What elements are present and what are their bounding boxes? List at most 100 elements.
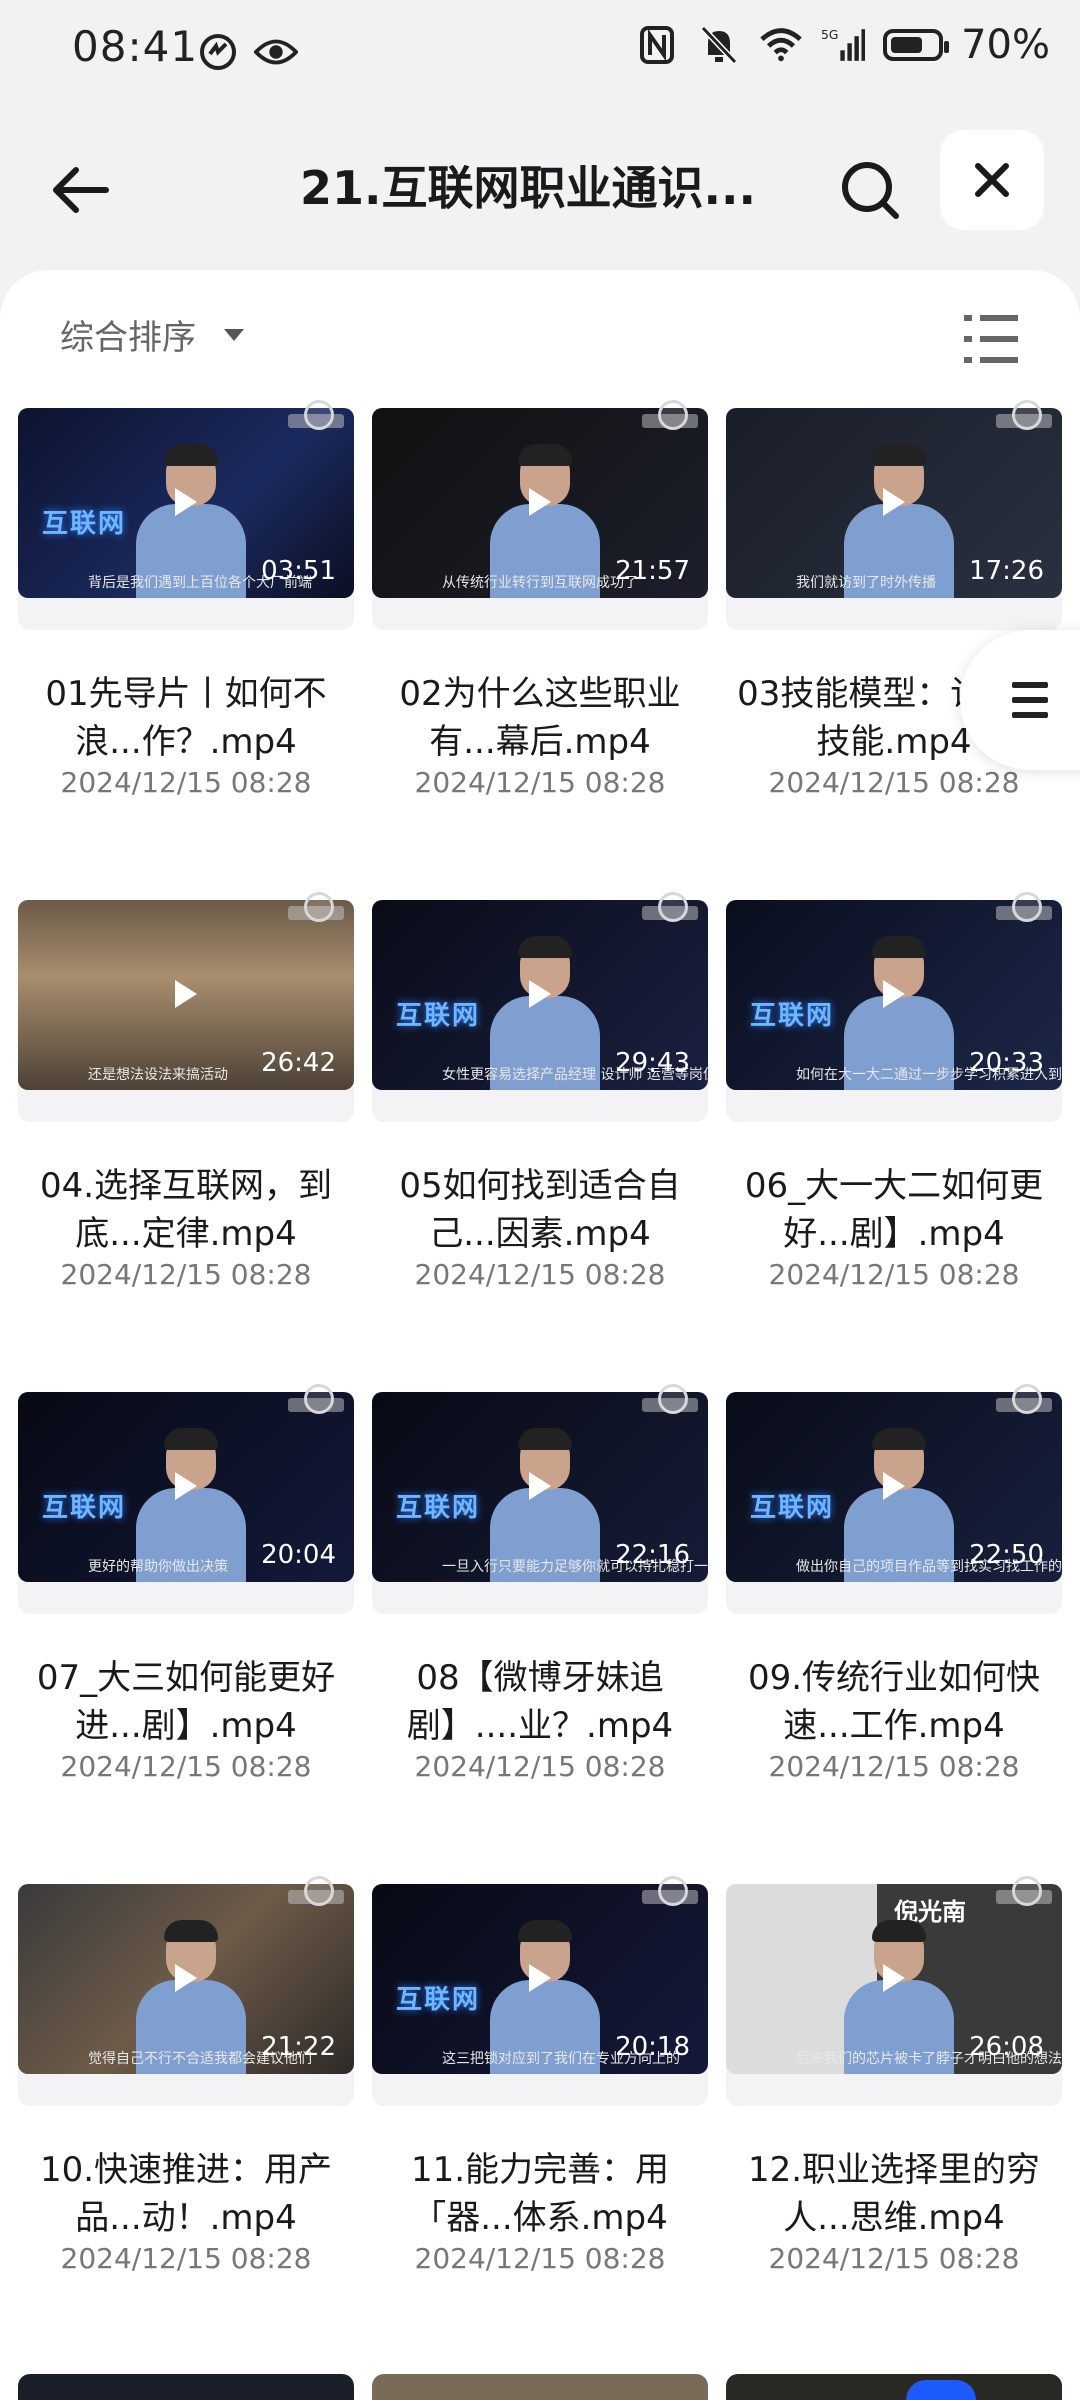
play-icon (175, 1964, 197, 1992)
video-date: 2024/12/15 08:28 (768, 766, 1020, 799)
video-thumbnail-partial[interactable] (372, 2374, 708, 2400)
app-notification-icon (196, 30, 240, 74)
select-checkbox[interactable] (304, 1384, 334, 1414)
thumbnail-subtitle: 还是想法设法来搞活动 (88, 1067, 228, 1083)
play-icon (883, 1964, 905, 1992)
video-thumbnail-frame[interactable]: 觉得自己不行不合适我都会建议他们 21:22 (18, 1876, 354, 2106)
video-thumbnail-frame[interactable]: 互联网 这三把锁对应到了我们在专业方向上的 20:18 (372, 1876, 708, 2106)
video-file-name: 12.职业选择里的穷人...思维.mp4 (747, 2150, 1041, 2238)
select-checkbox[interactable] (304, 892, 334, 922)
video-thumbnail[interactable]: 互联网 一旦入行只要能力足够你就可以持扎稳打一步一步 22:16 (372, 1392, 708, 1582)
battery-icon (883, 29, 950, 61)
arrow-left-icon (53, 167, 109, 213)
video-date: 2024/12/15 08:28 (60, 766, 312, 799)
video-card[interactable]: 从传统行业转行到互联网成功了 21:57 02为什么这些职业有...幕后.mp4… (372, 400, 708, 900)
select-checkbox[interactable] (1012, 400, 1042, 430)
select-checkbox[interactable] (1012, 892, 1042, 922)
video-thumbnail[interactable]: 还是想法设法来搞活动 26:42 (18, 900, 354, 1090)
video-thumbnail-frame[interactable]: 互联网 做出你自己的项目作品等到找实习找工作的时候 22:50 (726, 1384, 1062, 1614)
video-date: 2024/12/15 08:28 (768, 2242, 1020, 2275)
video-thumbnail[interactable]: 互联网 女性更容易选择产品经理 设计师 运营等岗位 29:43 (372, 900, 708, 1090)
play-icon (529, 1472, 551, 1500)
video-card[interactable]: 互联网 女性更容易选择产品经理 设计师 运营等岗位 29:43 05如何找到适合… (372, 892, 708, 1392)
select-checkbox[interactable] (658, 1876, 688, 1906)
video-thumbnail[interactable]: 倪光南 后来我们的芯片被卡了脖子才明白他的想法 26:08 (726, 1884, 1062, 2074)
video-card[interactable]: 倪光南 后来我们的芯片被卡了脖子才明白他的想法 26:08 12.职业选择里的穷… (726, 1876, 1062, 2376)
video-thumbnail-frame[interactable]: 我们就访到了时外传播 17:26 (726, 400, 1062, 630)
select-checkbox[interactable] (1012, 1384, 1042, 1414)
video-card[interactable]: 互联网 做出你自己的项目作品等到找实习找工作的时候 22:50 09.传统行业如… (726, 1384, 1062, 1884)
thumbnail-overlay-text: 互联网 (42, 1493, 127, 1523)
status-left-icons (196, 30, 298, 74)
close-button[interactable] (940, 130, 1044, 230)
thumbnail-overlay-text: 互联网 (396, 1985, 481, 2015)
video-card[interactable]: 还是想法设法来搞活动 26:42 04.选择互联网，到底...定律.mp4 20… (18, 892, 354, 1392)
video-duration: 26:42 (261, 1048, 336, 1078)
video-file-name: 05如何找到适合自己...因素.mp4 (399, 1166, 681, 1254)
video-thumbnail-partial[interactable] (18, 2374, 354, 2400)
video-thumbnail[interactable]: 互联网 做出你自己的项目作品等到找实习找工作的时候 22:50 (726, 1392, 1062, 1582)
video-file-name: 08【微博牙妹追剧】....业？.mp4 (406, 1658, 674, 1746)
video-file-name: 01先导片丨如何不浪...作？.mp4 (45, 674, 327, 762)
video-thumbnail-partial[interactable] (726, 2374, 1062, 2400)
video-card[interactable]: 互联网 一旦入行只要能力足够你就可以持扎稳打一步一步 22:16 08【微博牙妹… (372, 1384, 708, 1884)
view-mode-toggle[interactable] (964, 315, 1018, 363)
select-checkbox[interactable] (304, 400, 334, 430)
video-card[interactable]: 互联网 如何在大一大二通过一步步学习积累进入到互联网行业 20:33 06_大一… (726, 892, 1062, 1392)
search-button[interactable] (830, 150, 910, 230)
play-icon (529, 488, 551, 516)
video-duration: 21:57 (615, 556, 690, 586)
video-card[interactable]: 互联网 这三把锁对应到了我们在专业方向上的 20:18 11.能力完善：用「器.… (372, 1876, 708, 2376)
search-icon (842, 162, 899, 219)
video-duration: 03:51 (261, 556, 336, 586)
video-thumbnail[interactable]: 互联网 这三把锁对应到了我们在专业方向上的 20:18 (372, 1884, 708, 2074)
select-checkbox[interactable] (658, 1384, 688, 1414)
video-file-name: 04.选择互联网，到底...定律.mp4 (39, 1166, 333, 1254)
select-checkbox[interactable] (658, 400, 688, 430)
thumbnail-overlay-text: 互联网 (42, 509, 127, 539)
video-thumbnail[interactable]: 觉得自己不行不合适我都会建议他们 21:22 (18, 1884, 354, 2074)
video-thumbnail-frame[interactable]: 还是想法设法来搞活动 26:42 (18, 892, 354, 1122)
video-thumbnail-frame[interactable]: 互联网 如何在大一大二通过一步步学习积累进入到互联网行业 20:33 (726, 892, 1062, 1122)
sort-label: 综合排序 (60, 318, 196, 358)
menu-icon (1012, 682, 1048, 718)
page-title: 21.互联网职业通识... (300, 161, 756, 215)
video-card[interactable]: 互联网 更好的帮助你做出决策 20:04 07_大三如何能更好进...剧】.mp… (18, 1384, 354, 1884)
video-thumbnail-frame[interactable]: 互联网 女性更容易选择产品经理 设计师 运营等岗位 29:43 (372, 892, 708, 1122)
video-card[interactable]: 觉得自己不行不合适我都会建议他们 21:22 10.快速推进：用产品...动！.… (18, 1876, 354, 2376)
video-date: 2024/12/15 08:28 (414, 1258, 666, 1291)
eye-icon (254, 30, 298, 74)
video-file-name: 09.传统行业如何快速...工作.mp4 (747, 1658, 1041, 1746)
video-thumbnail[interactable]: 互联网 更好的帮助你做出决策 20:04 (18, 1392, 354, 1582)
video-card[interactable]: 互联网 背后是我们遇到上百位各个大厂前端 03:51 01先导片丨如何不浪...… (18, 400, 354, 900)
video-thumbnail[interactable]: 互联网 背后是我们遇到上百位各个大厂前端 03:51 (18, 408, 354, 598)
video-duration: 17:26 (969, 556, 1044, 586)
video-thumbnail-frame[interactable]: 互联网 背后是我们遇到上百位各个大厂前端 03:51 (18, 400, 354, 630)
video-thumbnail-frame[interactable]: 互联网 一旦入行只要能力足够你就可以持扎稳打一步一步 22:16 (372, 1384, 708, 1614)
thumbnail-subtitle: 我们就访到了时外传播 (796, 575, 936, 591)
video-thumbnail[interactable]: 从传统行业转行到互联网成功了 21:57 (372, 408, 708, 598)
video-file-name: 02为什么这些职业有...幕后.mp4 (399, 674, 681, 762)
video-thumbnail-frame[interactable]: 从传统行业转行到互联网成功了 21:57 (372, 400, 708, 630)
video-thumbnail-frame[interactable]: 互联网 更好的帮助你做出决策 20:04 (18, 1384, 354, 1614)
video-duration: 22:50 (969, 1540, 1044, 1570)
select-checkbox[interactable] (304, 1876, 334, 1906)
select-checkbox[interactable] (658, 892, 688, 922)
select-checkbox[interactable] (1012, 1876, 1042, 1906)
thumbnail-overlay-text: 互联网 (396, 1493, 481, 1523)
svg-text:5G: 5G (821, 28, 838, 42)
video-date: 2024/12/15 08:28 (414, 1750, 666, 1783)
play-icon (883, 1472, 905, 1500)
video-thumbnail-frame[interactable]: 倪光南 后来我们的芯片被卡了脖子才明白他的想法 26:08 (726, 1876, 1062, 2106)
sort-dropdown[interactable]: 综合排序 (60, 310, 244, 359)
list-view-icon (964, 315, 1018, 321)
video-thumbnail[interactable]: 我们就访到了时外传播 17:26 (726, 408, 1062, 598)
video-duration: 21:22 (261, 2032, 336, 2062)
video-date: 2024/12/15 08:28 (768, 1750, 1020, 1783)
bell-muted-icon (697, 23, 741, 67)
video-thumbnail[interactable]: 互联网 如何在大一大二通过一步步学习积累进入到互联网行业 20:33 (726, 900, 1062, 1090)
video-duration: 20:04 (261, 1540, 336, 1570)
back-button[interactable] (40, 150, 120, 230)
thumbnail-overlay-text: 互联网 (396, 1001, 481, 1031)
close-icon (975, 163, 1009, 197)
